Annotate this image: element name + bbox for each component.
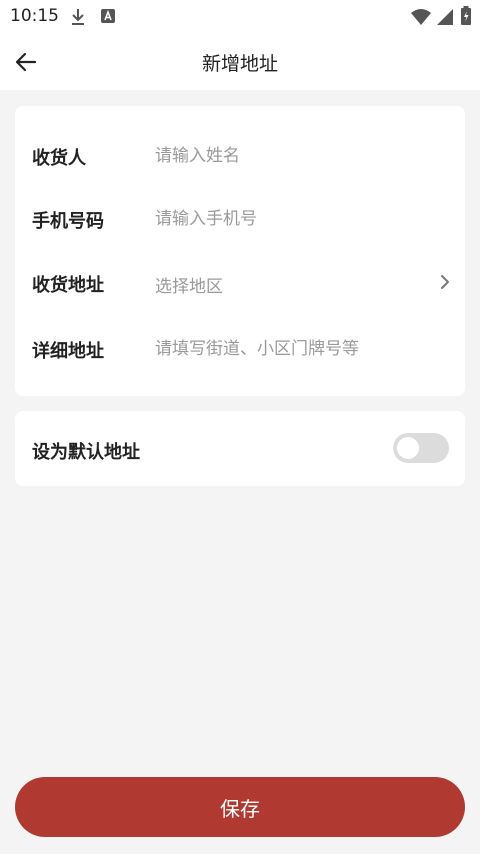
phone-number-input[interactable] <box>155 203 425 235</box>
recipient-row: 收货人 <box>15 126 465 186</box>
detail-row: 详细地址 <box>15 319 465 379</box>
recipient-name-input[interactable] <box>155 140 425 172</box>
toggle-knob <box>397 437 419 459</box>
battery-icon <box>460 6 472 30</box>
default-address-card: 设为默认地址 <box>15 411 465 486</box>
signal-icon <box>436 8 454 30</box>
recipient-label: 收货人 <box>32 148 86 169</box>
wifi-icon <box>410 8 432 30</box>
region-select-row[interactable]: 收货地址 选择地区 <box>15 253 465 313</box>
region-select[interactable]: 选择地区 <box>155 272 223 297</box>
phone-label: 手机号码 <box>32 211 104 232</box>
font-a-icon <box>100 8 116 28</box>
default-address-toggle[interactable] <box>393 433 449 463</box>
detail-label: 详细地址 <box>32 341 104 362</box>
save-button[interactable]: 保存 <box>15 777 465 837</box>
status-bar: 10:15 <box>0 0 480 34</box>
app-bar: 新增地址 <box>0 34 480 90</box>
download-icon <box>70 8 86 30</box>
region-label: 收货地址 <box>32 275 104 296</box>
phone-row: 手机号码 <box>15 189 465 249</box>
page-title: 新增地址 <box>201 53 278 75</box>
detail-address-input[interactable] <box>155 333 455 365</box>
address-form-card: 收货人 手机号码 收货地址 选择地区 详细地址 <box>15 106 465 396</box>
chevron-right-icon[interactable] <box>439 273 451 291</box>
status-time: 10:15 <box>10 6 59 26</box>
default-address-label: 设为默认地址 <box>32 442 140 463</box>
